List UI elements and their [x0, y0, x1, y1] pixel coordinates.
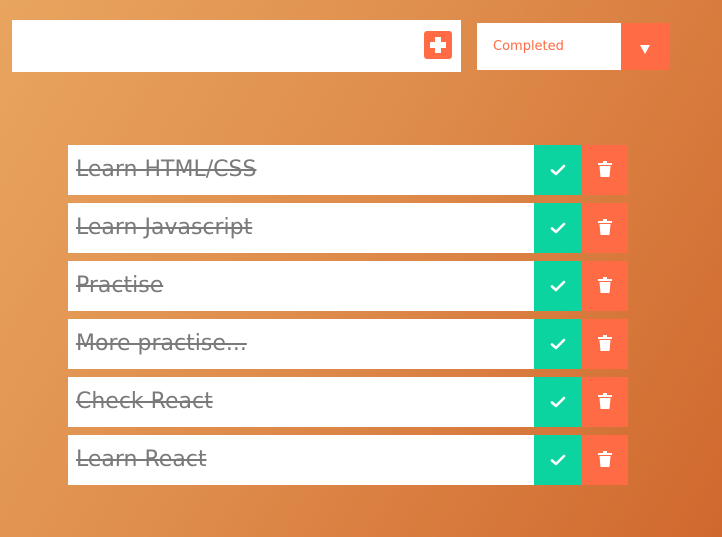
delete-button[interactable]: [582, 319, 628, 369]
delete-button[interactable]: [582, 377, 628, 427]
complete-button[interactable]: [534, 203, 582, 253]
complete-button[interactable]: [534, 435, 582, 485]
todo-input[interactable]: [12, 20, 412, 72]
todo-item: More practise...: [68, 319, 628, 369]
delete-button[interactable]: [582, 203, 628, 253]
complete-button[interactable]: [534, 377, 582, 427]
complete-button[interactable]: [534, 319, 582, 369]
todo-text: Learn Javascript: [76, 215, 253, 240]
todo-text: More practise...: [76, 331, 247, 356]
check-icon: [550, 222, 566, 234]
delete-button[interactable]: [582, 435, 628, 485]
todo-text: Learn React: [76, 447, 207, 472]
check-icon: [550, 396, 566, 408]
check-icon: [550, 338, 566, 350]
todo-text: Check React: [76, 389, 213, 414]
complete-button[interactable]: [534, 261, 582, 311]
trash-icon: [598, 393, 612, 409]
caret-down-icon: [621, 23, 669, 70]
check-icon: [550, 164, 566, 176]
filter-select[interactable]: Completed: [477, 23, 669, 70]
trash-icon: [598, 335, 612, 351]
complete-button[interactable]: [534, 145, 582, 195]
add-todo-button[interactable]: [424, 31, 452, 59]
trash-icon: [598, 161, 612, 177]
todo-text: Practise: [76, 273, 164, 298]
todo-item: Learn React: [68, 435, 628, 485]
trash-icon: [598, 277, 612, 293]
trash-icon: [598, 451, 612, 467]
delete-button[interactable]: [582, 261, 628, 311]
filter-selected-value: Completed: [493, 39, 564, 54]
todo-text: Learn HTML/CSS: [76, 157, 257, 182]
trash-icon: [598, 219, 612, 235]
todo-list: Learn HTML/CSS Learn Javascript Practise…: [68, 145, 628, 493]
todo-form: [12, 20, 461, 72]
delete-button[interactable]: [582, 145, 628, 195]
todo-item: Check React: [68, 377, 628, 427]
todo-item: Learn HTML/CSS: [68, 145, 628, 195]
todo-item: Practise: [68, 261, 628, 311]
check-icon: [550, 280, 566, 292]
todo-item: Learn Javascript: [68, 203, 628, 253]
check-icon: [550, 454, 566, 466]
